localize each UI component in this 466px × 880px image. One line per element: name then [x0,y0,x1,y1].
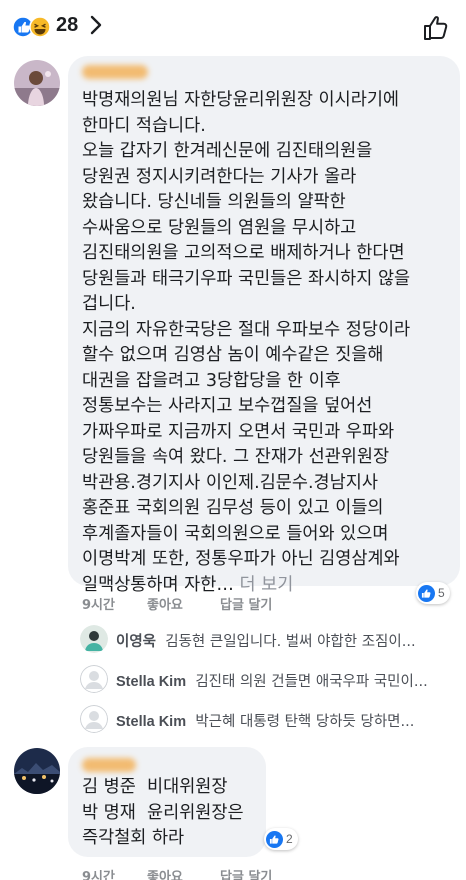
like-icon [266,830,283,848]
comment-line: 오늘 갑자기 한겨레신문에 김진태의원을 [82,141,373,161]
like-icon [418,584,435,602]
comment-line: 이명박계 또한, 정통우파가 아닌 김영삼계와 [82,549,400,569]
default-avatar-icon[interactable] [80,665,108,693]
comment-line: 후계졸자들이 국회의원으로 들어와 있으며 [82,523,389,544]
comment-line: 박 명재 윤리위원장은 [82,802,244,823]
comment-like-count[interactable]: 5 [416,582,450,604]
reply-link[interactable]: 답글 달기 [220,866,272,880]
comment-line: 당원들을 속여 왔다. 그 잔재가 선관위원장 [82,447,390,467]
reply-avatar[interactable] [80,625,108,653]
comment-line: 김진태의원을 고의적으로 배제하거나 한다면 [82,243,405,263]
reactions-header: 28 [0,0,466,52]
comment-time: 9시간 [82,870,115,880]
default-avatar-icon[interactable] [80,705,108,733]
see-more-link[interactable]: 더 보기 [234,575,293,595]
reply-item[interactable]: Stella Kim 박근혜 대통령 탄핵 당하듯 당하면... [80,705,460,735]
like-link[interactable]: 좋아요 [147,594,183,613]
like-link[interactable]: 좋아요 [147,866,183,880]
comment-line: 한마디 적습니다. [82,115,206,136]
comment-line: 지금의 자유한국당은 절대 우파보수 정당이라 [82,319,411,340]
reaction-count[interactable]: 28 [56,14,78,37]
commenter-name-redacted[interactable] [82,65,148,79]
comment-like-count[interactable]: 2 [264,828,298,850]
comment-line: 박관용.경기지사 이인제.김문수.경남지사 [82,472,378,493]
comment-line: 홍준표 국회의원 김무성 등이 있고 이들의 [82,498,384,518]
comment-line: 할수 없으며 김영삼 놈이 예수같은 짓을해 [82,345,384,365]
comment-line: 왔습니다. 당신네들 의원들의 얄팍한 [82,192,346,212]
comment-line: 박명재의원님 자한당윤리위원장 이시라기에 [82,90,400,110]
comment-line: 겁니다. [82,294,136,314]
comment-line: 당원권 정지시키려한다는 기사가 올라 [82,166,357,187]
reaction-icons[interactable] [12,16,52,38]
reply-author[interactable]: 이영욱 [116,634,156,650]
thumbs-up-icon[interactable] [422,14,450,42]
commenter-name-redacted[interactable] [82,758,136,772]
comment-line: 당원들과 태극기우파 국민들은 좌시하지 않을 [82,268,411,289]
comment-line: 즉각철회 하라 [82,828,185,848]
chevron-right-icon[interactable] [88,14,104,36]
reply-text: 박근혜 대통령 탄핵 당하듯 당하면... [195,714,415,730]
comment-line: 김 병준 비대위원장 [82,777,228,797]
avatar-photo [14,748,60,794]
avatar-photo [14,60,60,106]
reply-author[interactable]: Stella Kim [116,714,186,730]
commenter-avatar[interactable] [14,748,60,794]
reply-item[interactable]: Stella Kim 김진태 의원 건들면 애국우파 국민이... [80,665,460,695]
reply-text: 김동현 큰일입니다. 벌써 야합한 조짐이... [165,634,416,650]
comment-line: 대권을 잡을려고 3당합당을 한 이후 [82,370,341,391]
comment-line: 정통보수는 사라지고 보수껍질을 덮어선 [82,396,373,416]
reply-link[interactable]: 답글 달기 [220,594,272,613]
comment-time: 9시간 [82,598,115,613]
reply-author[interactable]: Stella Kim [116,674,186,690]
reply-item[interactable]: 이영욱 김동현 큰일입니다. 벌써 야합한 조짐이... [80,625,460,655]
reply-text: 김진태 의원 건들면 애국우파 국민이... [195,674,428,690]
comment-line: 수싸움으로 당원들의 염원을 무시하고 [82,217,357,238]
comment-line: 가짜우파로 지금까지 오면서 국민과 우파와 [82,421,395,442]
commenter-avatar[interactable] [14,60,60,106]
